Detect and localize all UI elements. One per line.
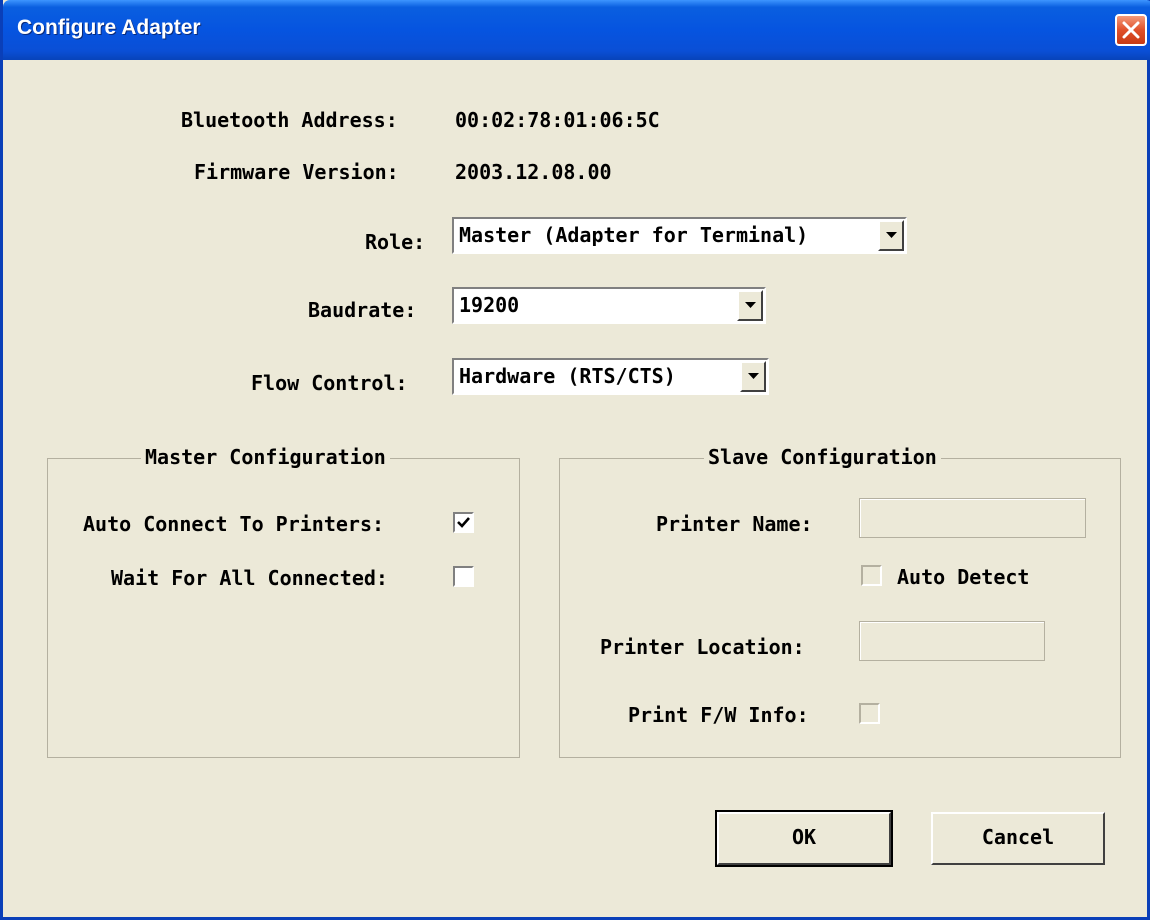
print-fw-info-label: Print F/W Info:: [628, 703, 809, 727]
baudrate-label: Baudrate:: [308, 298, 417, 322]
close-icon: [1122, 21, 1140, 39]
master-configuration-title: Master Configuration: [141, 445, 390, 469]
flow-control-dropdown[interactable]: Hardware (RTS/CTS): [452, 358, 769, 395]
role-label: Role:: [365, 230, 426, 254]
role-dropdown[interactable]: Master (Adapter for Terminal): [452, 217, 907, 254]
firmware-version-value: 2003.12.08.00: [455, 160, 612, 184]
wait-all-connected-label: Wait For All Connected:: [111, 566, 388, 590]
printer-name-label: Printer Name:: [656, 512, 813, 536]
chevron-down-icon: [745, 302, 756, 308]
auto-connect-label: Auto Connect To Printers:: [83, 512, 385, 536]
window-title: Configure Adapter: [17, 16, 201, 39]
bluetooth-address-label: Bluetooth Address:: [181, 108, 398, 132]
auto-detect-label: Auto Detect: [897, 565, 1030, 589]
auto-detect-checkbox[interactable]: [861, 565, 882, 586]
cancel-button[interactable]: Cancel: [931, 812, 1105, 865]
master-configuration-group: Master Configuration: [47, 445, 520, 758]
role-dropdown-button[interactable]: [878, 220, 904, 251]
baudrate-dropdown[interactable]: 19200: [452, 287, 766, 324]
chevron-down-icon: [886, 232, 897, 238]
printer-location-label: Printer Location:: [600, 635, 805, 659]
bluetooth-address-value: 00:02:78:01:06:5C: [455, 108, 660, 132]
ok-button[interactable]: OK: [715, 810, 893, 867]
printer-location-input[interactable]: [859, 621, 1045, 661]
printer-name-input[interactable]: [859, 498, 1086, 538]
firmware-version-label: Firmware Version:: [194, 160, 399, 184]
flow-control-label: Flow Control:: [251, 371, 408, 395]
auto-connect-checkbox[interactable]: [453, 512, 474, 533]
configure-adapter-dialog: Configure Adapter Bluetooth Address: 00:…: [0, 0, 1150, 920]
chevron-down-icon: [748, 373, 759, 379]
title-bar[interactable]: Configure Adapter: [3, 0, 1150, 60]
baudrate-selected-value: 19200: [459, 293, 520, 317]
role-selected-value: Master (Adapter for Terminal): [459, 223, 809, 247]
print-fw-info-checkbox[interactable]: [859, 703, 880, 724]
flow-control-dropdown-button[interactable]: [740, 361, 766, 392]
slave-configuration-title: Slave Configuration: [704, 445, 941, 469]
flow-control-selected-value: Hardware (RTS/CTS): [459, 364, 676, 388]
wait-all-connected-checkbox[interactable]: [453, 566, 474, 587]
checkmark-icon: [457, 517, 470, 528]
close-button[interactable]: [1115, 14, 1147, 46]
baudrate-dropdown-button[interactable]: [737, 290, 763, 321]
